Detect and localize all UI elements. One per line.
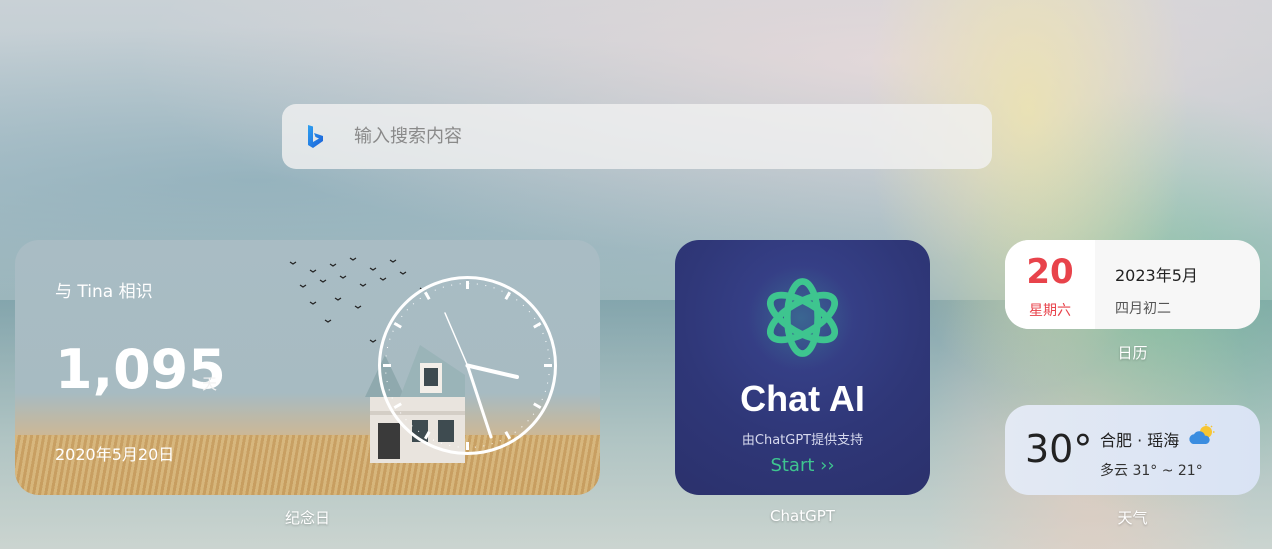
calendar-day-block: 20 星期六	[1005, 240, 1095, 329]
calendar-lunar-date: 四月初二	[1115, 301, 1171, 317]
weather-temperature: 30°	[1025, 427, 1093, 471]
anniversary-title: 与 Tina 相识	[55, 282, 153, 302]
calendar-weekday: 星期六	[1029, 303, 1071, 319]
anniversary-day-count: 1,095	[55, 338, 226, 401]
calendar-year-month: 2023年5月	[1115, 266, 1198, 285]
chatgpt-title: Chat AI	[740, 378, 865, 419]
search-input[interactable]	[352, 125, 916, 148]
chatgpt-card[interactable]: Chat AI 由ChatGPT提供支持 Start ››	[675, 240, 930, 495]
anniversary-caption: 纪念日	[284, 509, 330, 527]
search-bar[interactable]	[282, 104, 992, 169]
weather-condition: 多云 31° ~ 21°	[1100, 463, 1203, 479]
weather-caption: 天气	[1117, 509, 1148, 527]
weather-location: 合肥 · 瑶海	[1100, 431, 1180, 450]
anniversary-unit: 天	[202, 375, 218, 393]
chatgpt-caption: ChatGPT	[770, 507, 835, 525]
openai-logo-icon	[767, 278, 838, 357]
partly-cloudy-icon	[1189, 424, 1215, 444]
calendar-caption: 日历	[1117, 344, 1148, 362]
chatgpt-subtitle: 由ChatGPT提供支持	[741, 433, 864, 448]
calendar-day: 20	[1026, 252, 1074, 292]
analog-clock	[378, 276, 557, 455]
calendar-card[interactable]: 20 星期六 2023年5月 四月初二	[1005, 240, 1260, 329]
start-button[interactable]: Start ››	[675, 455, 930, 476]
weather-card[interactable]: 30° 合肥 · 瑶海 多云 31° ~ 21°	[1005, 405, 1260, 495]
bing-icon[interactable]	[306, 124, 326, 150]
anniversary-card[interactable]: 与 Tina 相识 1,095 天 2020年5月20日	[15, 240, 600, 495]
anniversary-date: 2020年5月20日	[55, 445, 175, 464]
